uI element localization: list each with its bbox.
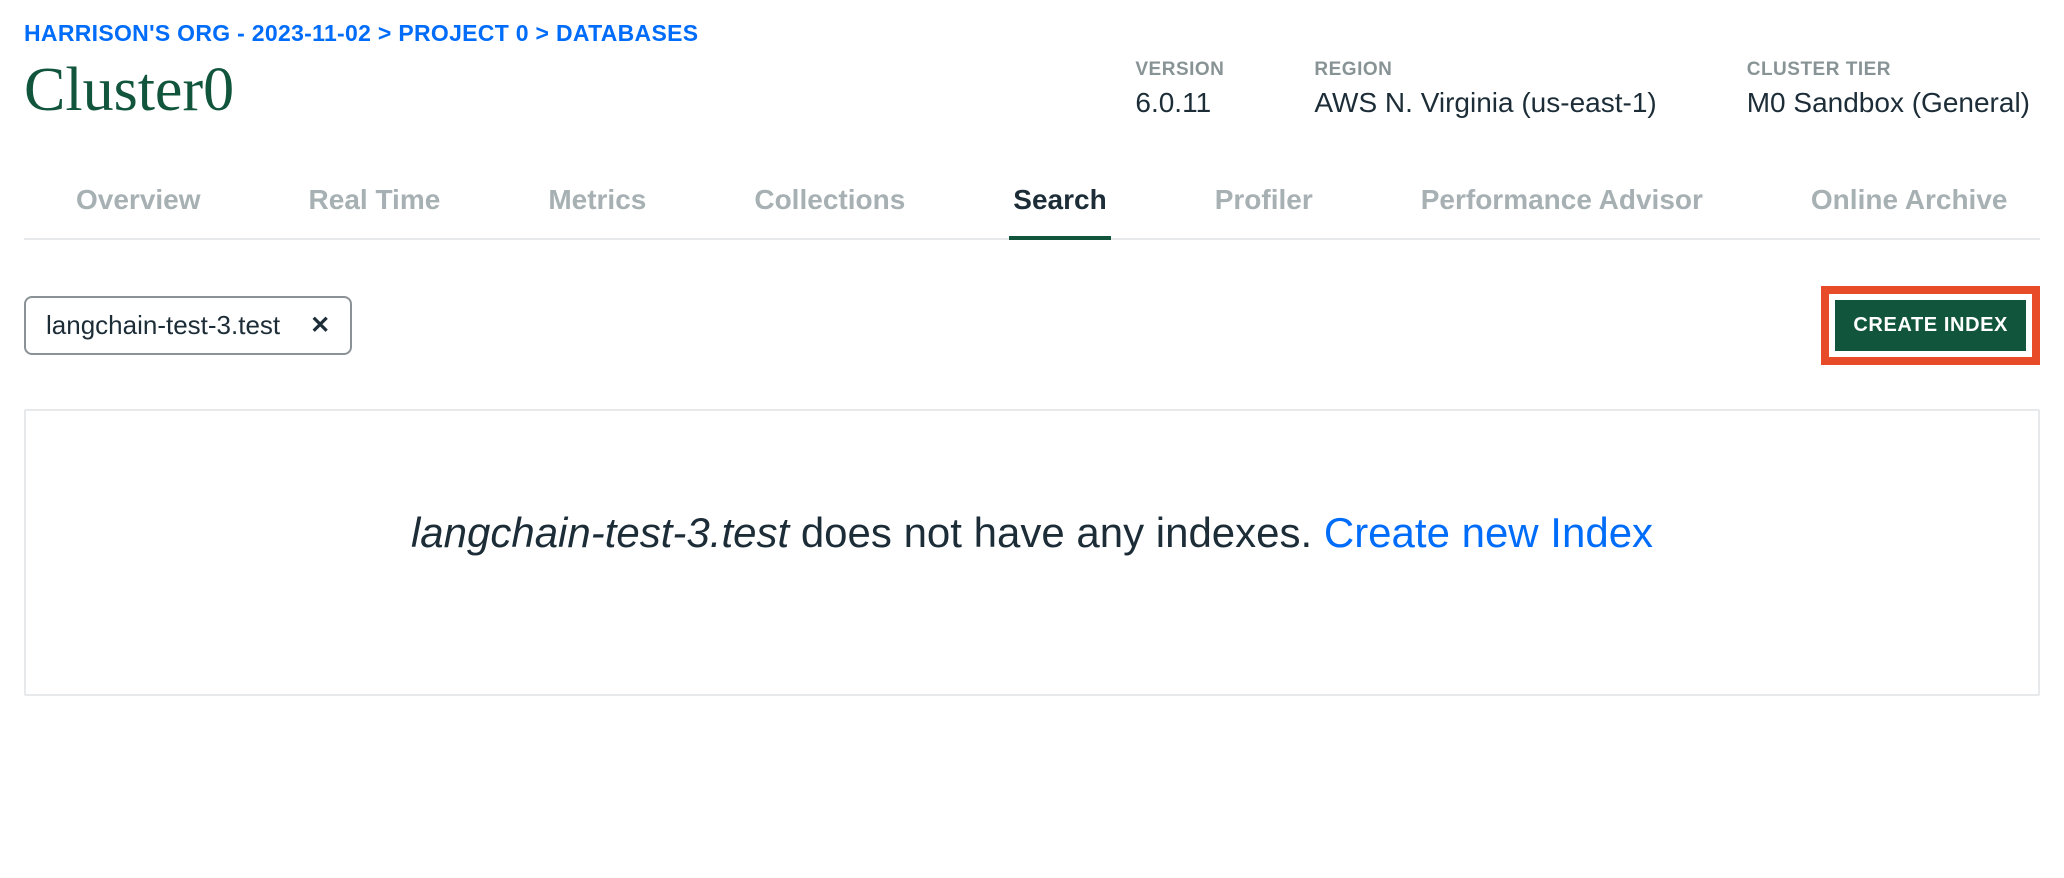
create-index-button[interactable]: CREATE INDEX — [1835, 300, 2026, 351]
collection-filter-chip[interactable]: langchain-test-3.test ✕ — [24, 296, 352, 355]
meta-tier-value: M0 Sandbox (General) — [1747, 87, 2030, 119]
tab-online-archive[interactable]: Online Archive — [1807, 184, 2012, 240]
tab-performance-advisor[interactable]: Performance Advisor — [1417, 184, 1707, 240]
chevron-right-icon: > — [378, 20, 392, 46]
close-icon[interactable]: ✕ — [310, 311, 330, 340]
chevron-right-icon: > — [536, 20, 550, 46]
tab-realtime[interactable]: Real Time — [305, 184, 445, 240]
meta-region-value: AWS N. Virginia (us-east-1) — [1314, 87, 1656, 119]
create-new-index-link[interactable]: Create new Index — [1324, 509, 1653, 556]
breadcrumb-org[interactable]: HARRISON'S ORG - 2023-11-02 — [24, 20, 371, 46]
meta-version-value: 6.0.11 — [1135, 87, 1224, 119]
tab-profiler[interactable]: Profiler — [1211, 184, 1317, 240]
cluster-meta: VERSION 6.0.11 REGION AWS N. Virginia (u… — [1135, 55, 2040, 119]
tab-collections[interactable]: Collections — [750, 184, 909, 240]
empty-state-message: langchain-test-3.test does not have any … — [382, 501, 1682, 564]
tab-overview[interactable]: Overview — [72, 184, 205, 240]
breadcrumb-section[interactable]: DATABASES — [556, 20, 698, 46]
cluster-title: Cluster0 — [24, 55, 234, 126]
collection-filter-label: langchain-test-3.test — [46, 310, 280, 341]
action-row: langchain-test-3.test ✕ CREATE INDEX — [24, 286, 2040, 365]
meta-version: VERSION 6.0.11 — [1135, 59, 1224, 119]
tab-metrics[interactable]: Metrics — [544, 184, 650, 240]
meta-tier: CLUSTER TIER M0 Sandbox (General) — [1747, 59, 2030, 119]
tab-bar: Overview Real Time Metrics Collections S… — [24, 182, 2040, 240]
meta-region-label: REGION — [1314, 59, 1656, 81]
tab-search[interactable]: Search — [1009, 184, 1110, 240]
empty-message-text: does not have any indexes. — [789, 509, 1324, 556]
empty-state-card: langchain-test-3.test does not have any … — [24, 409, 2040, 696]
meta-version-label: VERSION — [1135, 59, 1224, 81]
breadcrumb: HARRISON'S ORG - 2023-11-02 > PROJECT 0 … — [24, 20, 2040, 47]
cluster-header: Cluster0 VERSION 6.0.11 REGION AWS N. Vi… — [24, 55, 2040, 126]
meta-tier-label: CLUSTER TIER — [1747, 59, 2030, 81]
meta-region: REGION AWS N. Virginia (us-east-1) — [1314, 59, 1656, 119]
create-index-highlight: CREATE INDEX — [1821, 286, 2040, 365]
breadcrumb-project[interactable]: PROJECT 0 — [398, 20, 529, 46]
empty-collection-name: langchain-test-3.test — [411, 509, 789, 556]
